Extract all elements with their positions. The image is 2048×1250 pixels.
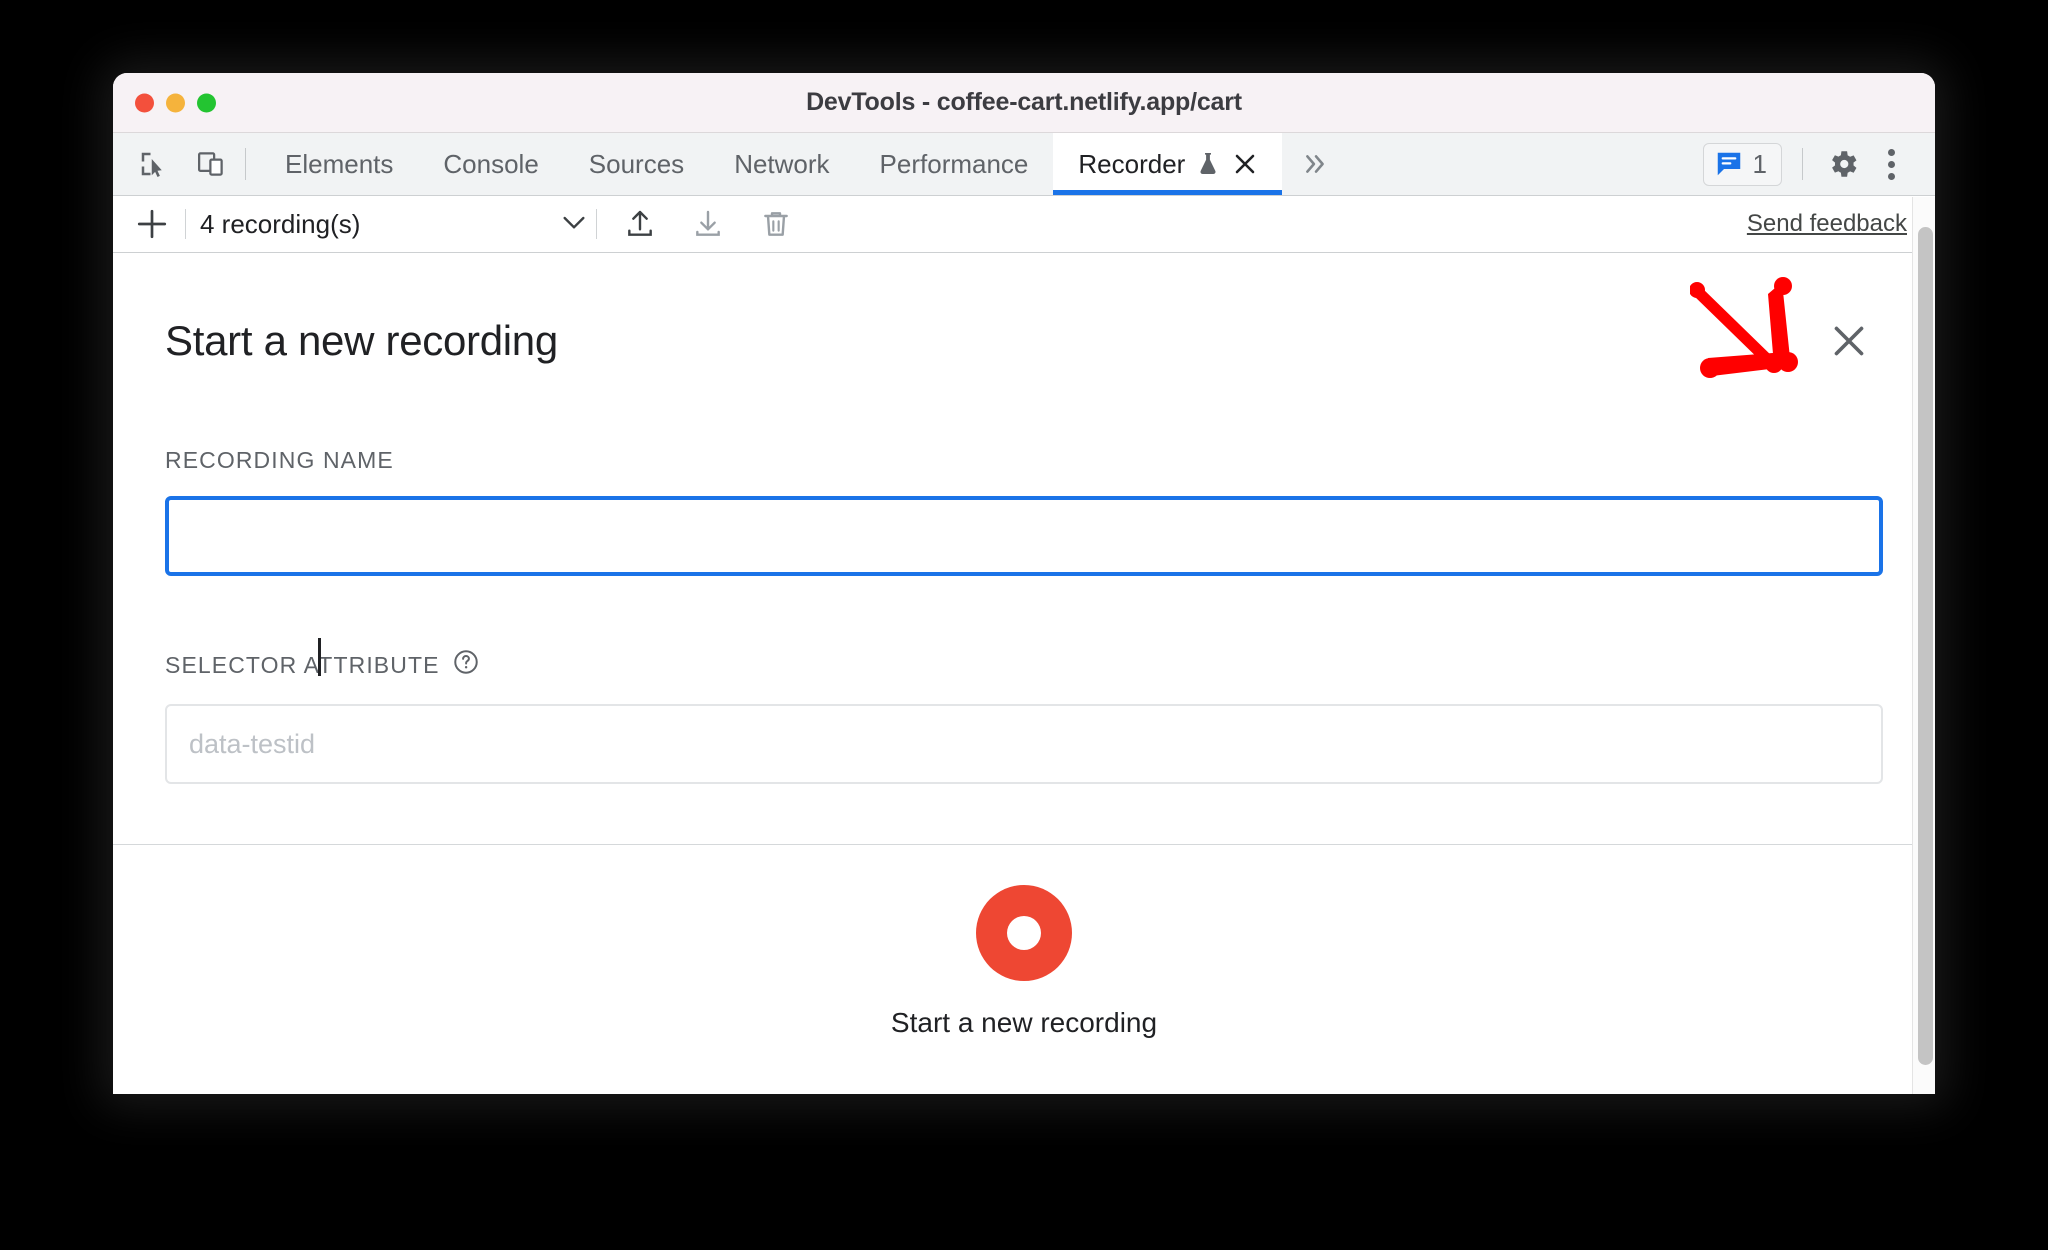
- send-feedback-link[interactable]: Send feedback: [1747, 210, 1907, 238]
- experimental-flask-icon: [1196, 151, 1220, 177]
- tab-close-button[interactable]: [1233, 152, 1257, 176]
- delete-recording-button[interactable]: [753, 201, 799, 247]
- kebab-dot: [1887, 160, 1895, 168]
- tab-label: Elements: [285, 148, 394, 179]
- settings-button[interactable]: [1823, 144, 1863, 184]
- toolbar-divider-2: [596, 209, 597, 239]
- export-recording-button[interactable]: [617, 201, 663, 247]
- page-title: Start a new recording: [165, 317, 558, 364]
- recordings-dropdown[interactable]: 4 recording(s): [200, 206, 590, 243]
- tab-sources[interactable]: Sources: [564, 133, 709, 195]
- recording-name-input[interactable]: [165, 496, 1883, 576]
- plus-icon: [137, 209, 167, 239]
- record-circle-inner: [1007, 916, 1041, 950]
- selector-attribute-field-group: SELECTOR ATTRIBUTE: [165, 648, 1883, 784]
- screenshot-root: DevTools - coffee-cart.netlify.app/cart: [0, 0, 2048, 1250]
- tab-recorder[interactable]: Recorder: [1053, 133, 1283, 195]
- tab-elements[interactable]: Elements: [260, 133, 418, 195]
- window-minimize-button[interactable]: [166, 93, 185, 112]
- devtools-window: DevTools - coffee-cart.netlify.app/cart: [113, 73, 1935, 1094]
- gear-icon: [1832, 151, 1857, 177]
- window-maximize-button[interactable]: [197, 93, 216, 112]
- devtools-tabs: Elements Console Sources Network Perform…: [260, 133, 1348, 195]
- devtools-menu-button[interactable]: [1869, 142, 1913, 186]
- devtools-tool-icons: [133, 144, 231, 184]
- kebab-dot: [1887, 172, 1895, 180]
- inspect-element-button[interactable]: [133, 144, 173, 184]
- tab-label: Recorder: [1078, 148, 1186, 179]
- record-circle-icon: [976, 885, 1072, 981]
- tabbar-right-actions: 1: [1702, 142, 1935, 186]
- issues-count: 1: [1752, 148, 1767, 179]
- import-icon: [696, 210, 720, 236]
- export-icon: [628, 210, 652, 236]
- selector-attribute-input[interactable]: [165, 704, 1883, 784]
- tabbar-divider: [245, 148, 246, 180]
- inspect-element-icon: [141, 152, 162, 177]
- window-title: DevTools - coffee-cart.netlify.app/cart: [806, 88, 1242, 116]
- tab-label: Performance: [879, 148, 1029, 179]
- tab-console[interactable]: Console: [418, 133, 563, 195]
- tab-network[interactable]: Network: [709, 133, 854, 195]
- tab-label: Sources: [588, 148, 685, 179]
- recording-name-field-group: RECORDING NAME: [165, 447, 1883, 576]
- chevron-down-icon: [558, 206, 590, 243]
- import-recording-button[interactable]: [685, 201, 731, 247]
- start-recording-label: Start a new recording: [890, 1007, 1158, 1038]
- close-icon: [1834, 326, 1864, 356]
- device-toolbar-button[interactable]: [191, 144, 231, 184]
- scrollbar-thumb[interactable]: [1918, 227, 1933, 1065]
- add-recording-button[interactable]: [129, 201, 175, 247]
- panel-header: Start a new recording: [165, 253, 1883, 369]
- selector-attribute-label: SELECTOR ATTRIBUTE: [165, 648, 1883, 682]
- recorder-actions: [617, 201, 799, 247]
- panel-scrollbar[interactable]: [1912, 197, 1935, 1094]
- tab-label: Network: [734, 148, 830, 179]
- panel-close-button[interactable]: [1821, 313, 1877, 369]
- window-traffic-lights: [135, 93, 216, 112]
- devtools-tabbar: Elements Console Sources Network Perform…: [113, 133, 1935, 196]
- start-recording-button[interactable]: Start a new recording: [113, 845, 1935, 1039]
- recorder-toolbar: 4 recording(s) Send feedback: [113, 196, 1935, 253]
- tabbar-right-divider: [1802, 148, 1803, 180]
- tab-performance[interactable]: Performance: [855, 133, 1054, 195]
- chevron-double-right-icon: [1306, 155, 1325, 173]
- kebab-dot: [1887, 148, 1895, 156]
- delete-icon: [764, 212, 788, 236]
- issues-counter-button[interactable]: 1: [1702, 142, 1782, 186]
- tab-label: Console: [443, 148, 539, 179]
- window-titlebar: DevTools - coffee-cart.netlify.app/cart: [113, 73, 1935, 133]
- more-tabs-button[interactable]: [1282, 151, 1348, 177]
- recording-name-label: RECORDING NAME: [165, 447, 394, 473]
- toolbar-divider: [185, 209, 186, 239]
- recordings-count-label: 4 recording(s): [200, 208, 361, 239]
- text-caret: [318, 638, 321, 676]
- window-close-button[interactable]: [135, 93, 154, 112]
- device-toolbar-icon: [198, 152, 223, 176]
- new-recording-panel: Start a new recording RECORDING NAME SEL…: [113, 253, 1935, 1093]
- issues-message-icon: [1717, 152, 1740, 176]
- help-circle-icon[interactable]: [452, 648, 480, 682]
